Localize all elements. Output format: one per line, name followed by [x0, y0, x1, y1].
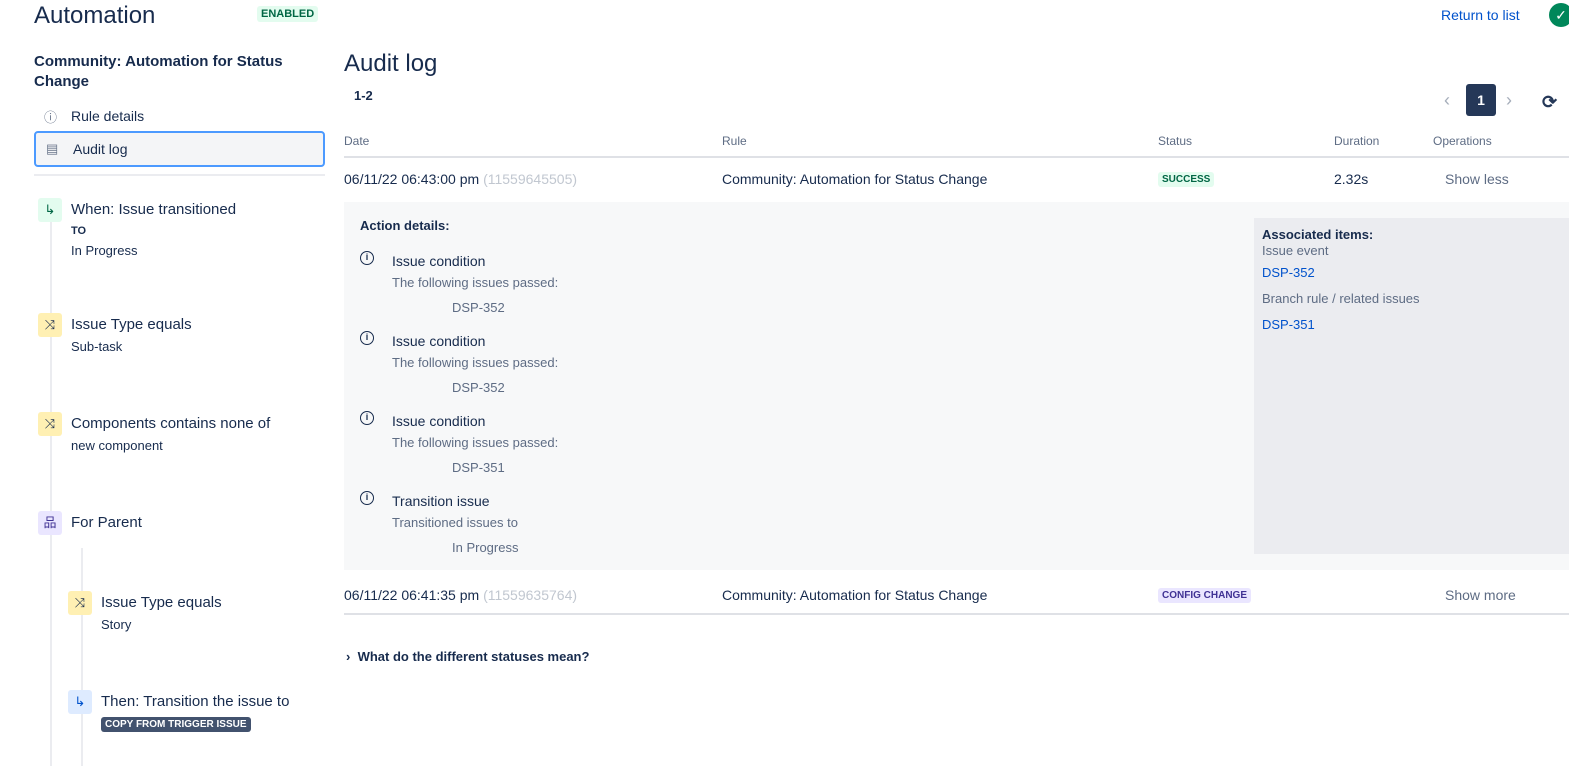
sidebar-item-rule-details[interactable]: ⓘ Rule details: [34, 99, 325, 133]
rule-step-branch[interactable]: 品 For Parent: [38, 511, 142, 535]
associated-items-panel: Associated items: Issue event DSP-352 Br…: [1254, 218, 1569, 554]
document-icon: ▤: [46, 141, 59, 156]
step-title: Components contains none of: [71, 415, 271, 432]
issue-event-label: Issue event: [1262, 243, 1329, 258]
divider: [344, 613, 1569, 615]
column-header-status: Status: [1158, 134, 1193, 148]
step-title: Issue Type equals: [101, 594, 222, 611]
row-date: 06/11/22 06:43:00 pm (11559645505): [344, 171, 578, 187]
rule-step-condition[interactable]: ⤨ Components contains none of new componen…: [38, 412, 270, 455]
action-details-heading: Action details:: [360, 218, 450, 233]
rule-step-condition[interactable]: ⤨ Issue Type equals Story: [68, 591, 222, 634]
rule-step-condition[interactable]: ⤨ Issue Type equals Sub-task: [38, 313, 192, 356]
column-header-date: Date: [344, 134, 370, 148]
rule-status-badge: ENABLED: [257, 6, 319, 22]
step-sub: Story: [101, 617, 132, 632]
info-icon: i: [360, 411, 374, 425]
tree-line: [50, 222, 52, 766]
shuffle-icon: ⤨: [38, 412, 62, 436]
refresh-icon[interactable]: ⟳: [1542, 92, 1557, 113]
step-sub: In Progress: [71, 243, 138, 258]
issue-link[interactable]: DSP-351: [1262, 312, 1561, 338]
issue-link[interactable]: DSP-352: [1262, 260, 1561, 286]
check-icon: ✓: [1555, 7, 1567, 23]
status-badge: SUCCESS: [1158, 172, 1215, 187]
column-header-duration: Duration: [1334, 134, 1380, 148]
info-icon: i: [360, 331, 374, 345]
action-item: i Issue condition The following issues pas…: [360, 330, 660, 400]
column-header-operations: Operations: [1433, 134, 1492, 148]
status-help-label: What do the different statuses mean?: [357, 649, 590, 664]
chevron-right-icon[interactable]: ›: [1506, 90, 1512, 111]
sidebar-item-label: Audit log: [73, 141, 128, 157]
row-duration: 2.32s: [1334, 171, 1369, 187]
rule-step-trigger[interactable]: ↳ When: Issue transitioned TO In Progress: [38, 198, 236, 260]
return-to-list-link[interactable]: Return to list: [1441, 7, 1520, 23]
hierarchy-icon: 品: [38, 511, 62, 535]
info-icon: ⓘ: [44, 109, 58, 125]
step-sub: Sub-task: [71, 339, 123, 354]
tree-line: [81, 548, 83, 766]
step-title: When: Issue transitioned: [71, 201, 237, 218]
step-title: Then: Transition the issue to: [101, 693, 290, 710]
step-title: For Parent: [71, 514, 142, 531]
action-item: i Transition issue Transitioned issues to I…: [360, 490, 660, 560]
action-item: i Issue condition The following issues pas…: [360, 410, 660, 480]
rule-name: Community: Automation for Status Change: [34, 53, 283, 90]
result-range: 1-2: [354, 88, 373, 103]
transition-icon: ↳: [68, 690, 92, 714]
column-header-rule: Rule: [722, 134, 747, 148]
row-rule: Community: Automation for Status Change: [722, 587, 988, 603]
action-item: i Issue condition The following issues pas…: [360, 250, 660, 320]
enabled-toggle[interactable]: ✓: [1549, 3, 1569, 27]
chevron-left-icon[interactable]: ‹: [1444, 90, 1450, 111]
info-icon: i: [360, 491, 374, 505]
app-title: Automation: [34, 2, 156, 29]
chevron-right-icon: ›: [346, 649, 351, 664]
associated-items-heading: Associated items:: [1262, 227, 1374, 242]
rule-step-action[interactable]: ↳ Then: Transition the issue to COPY FROM …: [68, 690, 289, 732]
shuffle-icon: ⤨: [38, 313, 62, 337]
row-date: 06/11/22 06:41:35 pm (11559635764): [344, 587, 578, 603]
sidebar-item-label: Rule details: [71, 108, 145, 124]
page-button[interactable]: 1: [1466, 84, 1496, 116]
divider: [344, 156, 1569, 158]
divider: [34, 174, 325, 176]
status-badge: CONFIG CHANGE: [1158, 588, 1251, 603]
status-help-expander[interactable]: › What do the different statuses mean?: [346, 649, 589, 664]
page-title: Audit log: [344, 50, 438, 77]
step-sub: TO: [71, 225, 87, 237]
branch-label: Branch rule / related issues: [1262, 291, 1420, 306]
shuffle-icon: ⤨: [68, 591, 92, 615]
transition-icon: ↳: [38, 198, 62, 222]
show-less-button[interactable]: Show less: [1445, 171, 1509, 187]
show-more-button[interactable]: Show more: [1445, 587, 1516, 603]
sidebar-item-audit-log[interactable]: ▤ Audit log: [34, 131, 325, 167]
row-rule: Community: Automation for Status Change: [722, 171, 988, 187]
step-badge: COPY FROM TRIGGER ISSUE: [101, 717, 251, 732]
info-icon: i: [360, 251, 374, 265]
step-sub: new component: [71, 438, 163, 453]
step-title: Issue Type equals: [71, 316, 192, 333]
